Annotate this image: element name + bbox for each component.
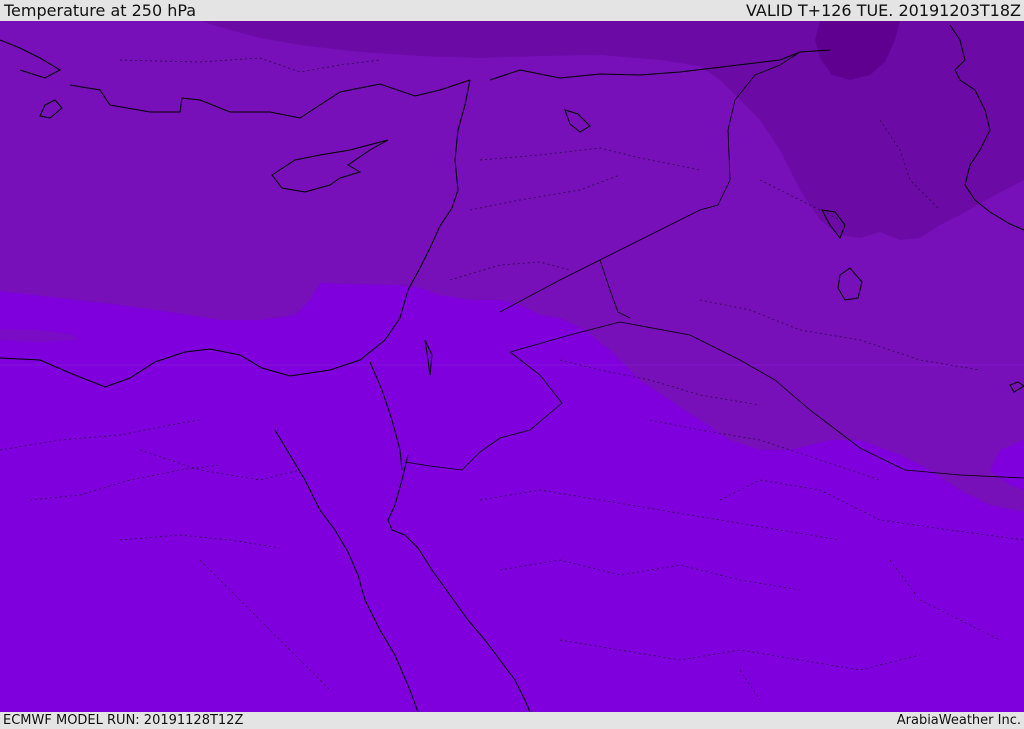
map-title: Temperature at 250 hPa [4,1,197,20]
credit-label: ArabiaWeather Inc. [896,713,1021,728]
model-run-label: ECMWF MODEL RUN: 20191128T12Z [3,713,244,728]
footer-bar: ECMWF MODEL RUN: 20191128T12Z ArabiaWeat… [0,712,1024,729]
map-canvas [0,21,1024,712]
valid-time-label: VALID T+126 TUE. 20191203T18Z [745,1,1021,20]
temperature-map[interactable] [0,21,1024,712]
title-bar: Temperature at 250 hPa VALID T+126 TUE. … [0,0,1024,21]
